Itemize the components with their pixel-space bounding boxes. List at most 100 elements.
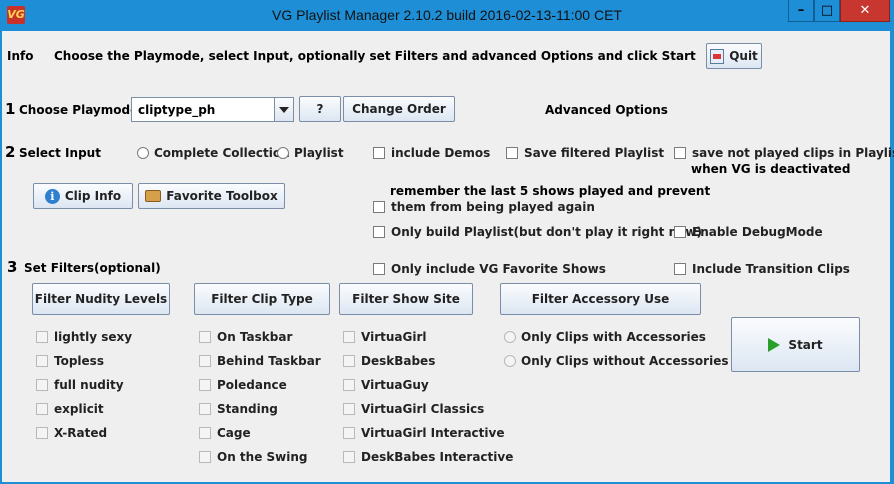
remember-label-1: remember the last 5 shows played and pre… bbox=[390, 184, 711, 198]
cliptype-option[interactable]: Behind Taskbar bbox=[199, 354, 321, 368]
checkbox-box bbox=[674, 262, 686, 275]
favorite-toolbox-button[interactable]: Favorite Toolbox bbox=[138, 183, 285, 209]
only-favorites-label: Only include VG Favorite Shows bbox=[391, 262, 606, 276]
chevron-down-icon bbox=[279, 107, 289, 113]
dropdown-toggle[interactable] bbox=[274, 98, 293, 121]
maximize-icon: □ bbox=[820, 3, 834, 18]
remember-label-2: them from being played again bbox=[391, 200, 595, 214]
select-input-label: Select Input bbox=[19, 146, 101, 160]
filter-show-site-button[interactable]: Filter Show Site bbox=[339, 283, 473, 315]
playlist-label: Playlist bbox=[294, 146, 344, 160]
radio-circle bbox=[504, 354, 516, 367]
window-title: VG Playlist Manager 2.10.2 build 2016-02… bbox=[272, 7, 622, 23]
checkbox-box bbox=[36, 354, 48, 367]
site-option-label: VirtuaGuy bbox=[361, 378, 429, 392]
step-3-number: 3 bbox=[7, 258, 18, 276]
radio-circle bbox=[504, 330, 516, 343]
checkbox-box bbox=[343, 354, 355, 367]
accessory-without-radio[interactable]: Only Clips without Accessories bbox=[504, 354, 728, 368]
filter-accessory-button[interactable]: Filter Accessory Use bbox=[500, 283, 701, 315]
playmode-value: cliptype_ph bbox=[138, 103, 216, 117]
checkbox-box bbox=[36, 378, 48, 391]
checkbox-box bbox=[199, 450, 211, 463]
cliptype-option-label: On Taskbar bbox=[217, 330, 293, 344]
nudity-option[interactable]: explicit bbox=[36, 402, 104, 416]
playmode-select[interactable]: cliptype_ph bbox=[131, 97, 294, 122]
cliptype-option-label: Behind Taskbar bbox=[217, 354, 321, 368]
playlist-radio[interactable]: Playlist bbox=[277, 146, 344, 160]
cliptype-option-label: Cage bbox=[217, 426, 251, 440]
close-button[interactable]: ✕ bbox=[840, 0, 890, 22]
only-favorites-checkbox[interactable]: Only include VG Favorite Shows bbox=[373, 262, 606, 276]
start-label: Start bbox=[788, 337, 823, 352]
only-build-label: Only build Playlist(but don't play it ri… bbox=[391, 225, 702, 239]
nudity-option[interactable]: full nudity bbox=[36, 378, 124, 392]
site-option-label: DeskBabes bbox=[361, 354, 436, 368]
checkbox-box bbox=[674, 225, 686, 238]
nudity-option[interactable]: Topless bbox=[36, 354, 104, 368]
remember-last-5-checkbox[interactable]: them from being played again bbox=[373, 200, 595, 214]
checkbox-box bbox=[343, 378, 355, 391]
site-option[interactable]: VirtuaGirl Interactive bbox=[343, 426, 504, 440]
change-order-button[interactable]: Change Order bbox=[343, 96, 455, 122]
checkbox-box bbox=[373, 200, 385, 213]
cliptype-option-label: Standing bbox=[217, 402, 278, 416]
close-icon: ✕ bbox=[859, 3, 871, 18]
transition-clips-checkbox[interactable]: Include Transition Clips bbox=[674, 262, 850, 276]
save-filtered-checkbox[interactable]: Save filtered Playlist bbox=[506, 146, 664, 160]
cliptype-option[interactable]: On the Swing bbox=[199, 450, 308, 464]
accessory-option-label: Only Clips without Accessories bbox=[521, 354, 729, 368]
checkbox-box bbox=[343, 426, 355, 439]
cliptype-option[interactable]: Standing bbox=[199, 402, 278, 416]
checkbox-box bbox=[506, 146, 518, 159]
minimize-button[interactable]: – bbox=[788, 0, 814, 22]
checkbox-box bbox=[343, 330, 355, 343]
clip-info-label: Clip Info bbox=[64, 189, 122, 203]
checkbox-box bbox=[36, 402, 48, 415]
nudity-option-label: full nudity bbox=[54, 378, 124, 392]
radio-circle bbox=[277, 146, 289, 159]
site-option[interactable]: DeskBabes Interactive bbox=[343, 450, 513, 464]
checkbox-box bbox=[199, 426, 211, 439]
start-button[interactable]: Start bbox=[731, 317, 860, 372]
checkbox-box bbox=[199, 402, 211, 415]
checkbox-box bbox=[343, 402, 355, 415]
set-filters-label: Set Filters(optional) bbox=[24, 261, 161, 275]
info-message: Choose the Playmode, select Input, optio… bbox=[54, 49, 696, 63]
save-not-played-checkbox[interactable]: save not played clips in Playlist bbox=[674, 146, 894, 160]
step-1-number: 1 bbox=[5, 100, 16, 118]
cliptype-option[interactable]: Poledance bbox=[199, 378, 287, 392]
transition-clips-label: Include Transition Clips bbox=[692, 262, 850, 276]
debug-mode-checkbox[interactable]: Enable DebugMode bbox=[674, 225, 823, 239]
info-icon: i bbox=[44, 188, 60, 204]
save-not-played-label-1: save not played clips in Playlist bbox=[692, 146, 894, 160]
checkbox-box bbox=[373, 225, 385, 238]
checkbox-box bbox=[373, 146, 385, 159]
nudity-option[interactable]: X-Rated bbox=[36, 426, 107, 440]
clip-info-button[interactable]: i Clip Info bbox=[33, 183, 133, 209]
checkbox-box bbox=[36, 330, 48, 343]
help-button[interactable]: ? bbox=[299, 96, 341, 122]
cliptype-option[interactable]: On Taskbar bbox=[199, 330, 292, 344]
include-demos-checkbox[interactable]: include Demos bbox=[373, 146, 490, 160]
quit-button[interactable]: Quit bbox=[706, 43, 762, 69]
filter-nudity-button[interactable]: Filter Nudity Levels bbox=[32, 283, 170, 315]
cliptype-option[interactable]: Cage bbox=[199, 426, 251, 440]
site-option[interactable]: DeskBabes bbox=[343, 354, 435, 368]
advanced-options-label: Advanced Options bbox=[545, 103, 668, 117]
exit-icon bbox=[710, 48, 725, 64]
filter-cliptype-button[interactable]: Filter Clip Type bbox=[194, 283, 330, 315]
nudity-option-label: explicit bbox=[54, 402, 104, 416]
maximize-button[interactable]: □ bbox=[814, 0, 840, 22]
site-option[interactable]: VirtuaGuy bbox=[343, 378, 429, 392]
nudity-option[interactable]: lightly sexy bbox=[36, 330, 132, 344]
favorite-toolbox-label: Favorite Toolbox bbox=[166, 189, 278, 203]
cliptype-option-label: Poledance bbox=[217, 378, 287, 392]
complete-collection-radio[interactable]: Complete Collection bbox=[137, 146, 290, 160]
accessory-with-radio[interactable]: Only Clips with Accessories bbox=[504, 330, 706, 344]
site-option-label: VirtuaGirl Interactive bbox=[361, 426, 505, 440]
only-build-playlist-checkbox[interactable]: Only build Playlist(but don't play it ri… bbox=[373, 225, 702, 239]
site-option[interactable]: VirtuaGirl Classics bbox=[343, 402, 484, 416]
site-option[interactable]: VirtuaGirl bbox=[343, 330, 426, 344]
radio-circle bbox=[137, 146, 149, 159]
